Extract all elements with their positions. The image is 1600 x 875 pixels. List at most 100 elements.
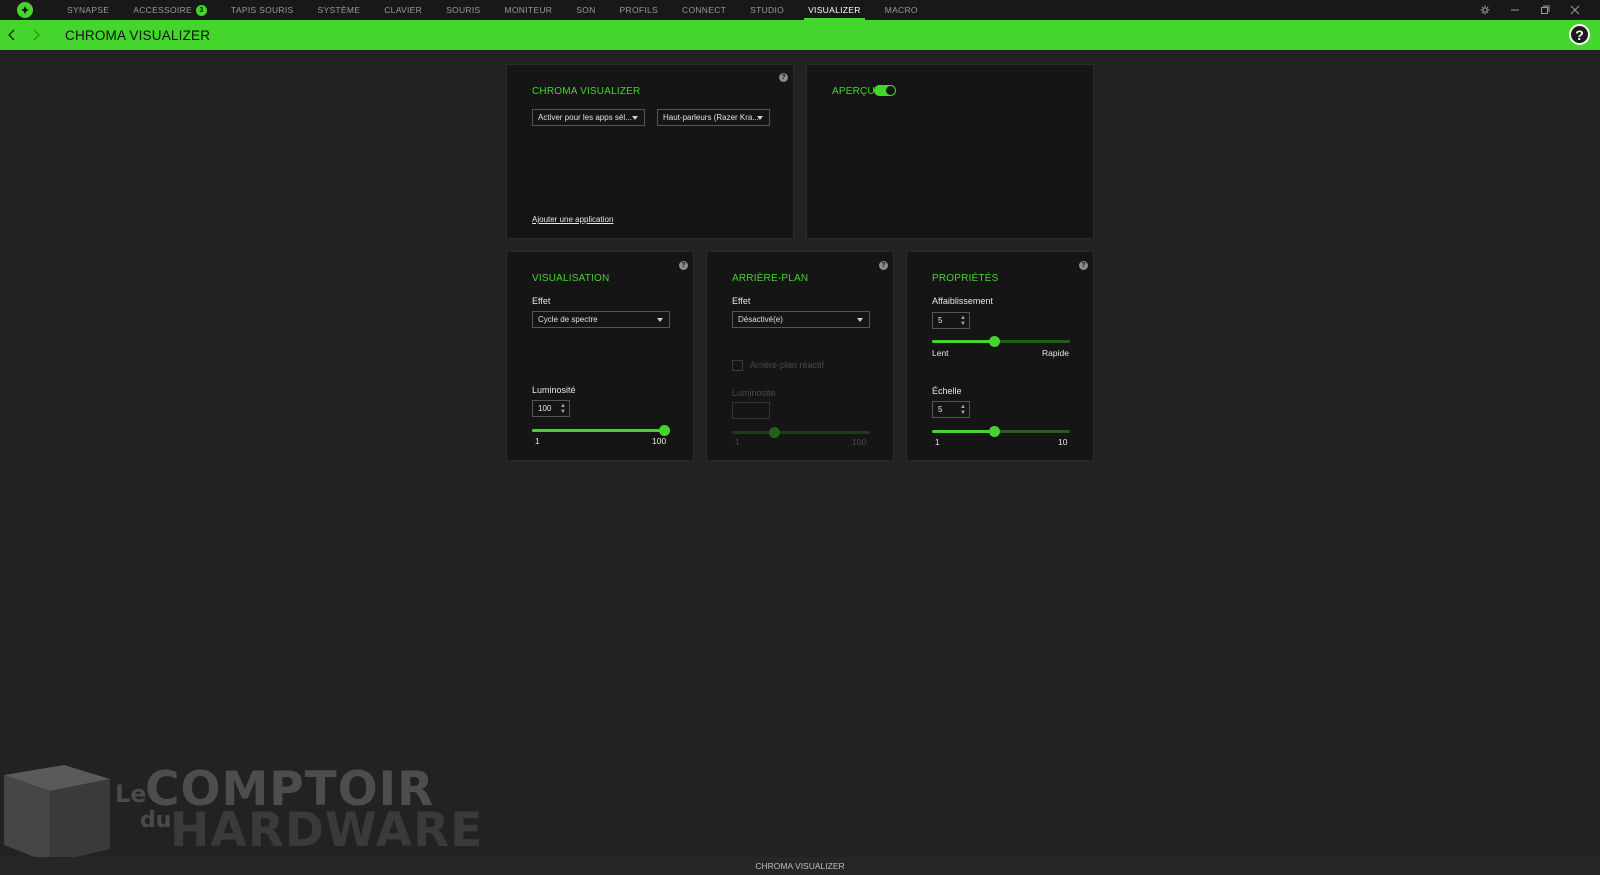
minimize-icon[interactable] xyxy=(1500,0,1530,20)
razer-logo-icon[interactable] xyxy=(17,2,33,18)
tab-label: SOURIS xyxy=(446,5,481,15)
app-mode-select[interactable]: Activer pour les apps sél... xyxy=(532,109,645,126)
tab-visualizer[interactable]: VISUALIZER xyxy=(796,0,873,20)
info-icon[interactable]: ? xyxy=(779,73,788,82)
restore-icon[interactable] xyxy=(1530,0,1560,20)
status-text: CHROMA VISUALIZER xyxy=(755,861,845,871)
properties-panel: PROPRIÉTÉS ? Affaiblissement 5 ▲ ▼ Lent R… xyxy=(906,251,1094,461)
info-icon[interactable]: ? xyxy=(1079,261,1088,270)
visualisation-panel: VISUALISATION ? Effet Cycle de spectre L… xyxy=(506,251,694,461)
tab-accessoire[interactable]: ACCESSOIRE 3 xyxy=(121,0,219,20)
device-count-badge: 3 xyxy=(196,4,208,16)
slider-thumb[interactable] xyxy=(769,427,780,438)
info-icon[interactable]: ? xyxy=(879,261,888,270)
settings-gear-icon[interactable] xyxy=(1470,0,1500,20)
tab-macro[interactable]: MACRO xyxy=(873,0,930,20)
slider-fill xyxy=(932,430,995,433)
forward-arrow-icon[interactable] xyxy=(24,20,48,50)
scale-min-label: 1 xyxy=(935,437,940,447)
help-icon[interactable]: ? xyxy=(1569,24,1590,45)
tab-label: TAPIS SOURIS xyxy=(231,5,294,15)
tab-label: VISUALIZER xyxy=(808,5,861,15)
preview-toggle[interactable] xyxy=(874,85,896,96)
tab-souris[interactable]: SOURIS xyxy=(434,0,492,20)
stepper-arrows-icon[interactable]: ▲ ▼ xyxy=(560,403,566,415)
main-tabs: SYNAPSE ACCESSOIRE 3 TAPIS SOURIS SYSTÈME… xyxy=(55,0,930,20)
close-icon[interactable] xyxy=(1560,0,1590,20)
tab-moniteur[interactable]: MONITEUR xyxy=(492,0,564,20)
slider-max-label: 100 xyxy=(652,436,667,446)
slider-min-label: 1 xyxy=(535,436,540,446)
tab-label: CONNECT xyxy=(682,5,727,15)
effect-label: Effet xyxy=(532,296,551,306)
watermark-du: du xyxy=(140,808,172,833)
stepper-value: 5 xyxy=(938,316,943,325)
select-value: Activer pour les apps sél... xyxy=(538,113,632,122)
panel-title: ARRIÈRE-PLAN xyxy=(732,273,809,284)
tab-profils[interactable]: PROFILS xyxy=(608,0,670,20)
effect-label: Effet xyxy=(732,296,751,306)
brightness-slider[interactable] xyxy=(532,425,670,436)
background-effect-select[interactable]: Désactivé(e) xyxy=(732,311,870,328)
slider-thumb[interactable] xyxy=(989,426,1000,437)
background-panel: ARRIÈRE-PLAN ? Effet Désactivé(e) Arrièr… xyxy=(706,251,894,461)
toggle-knob xyxy=(886,86,895,95)
background-brightness-slider[interactable] xyxy=(732,427,870,438)
decay-min-label: Lent xyxy=(932,348,949,358)
top-nav-bar: SYNAPSE ACCESSOIRE 3 TAPIS SOURIS SYSTÈME… xyxy=(0,0,1600,20)
effect-select[interactable]: Cycle de spectre xyxy=(532,311,670,328)
panel-title: APERÇU xyxy=(832,86,875,97)
tab-clavier[interactable]: CLAVIER xyxy=(372,0,434,20)
brightness-label: Luminosité xyxy=(732,388,776,398)
scale-label: Échelle xyxy=(932,386,962,396)
audio-device-select[interactable]: Haut-parleurs (Razer Kra... xyxy=(657,109,770,126)
window-controls xyxy=(1470,0,1590,20)
background-brightness-stepper[interactable] xyxy=(732,402,770,419)
tab-label: PROFILS xyxy=(619,5,659,15)
slider-thumb[interactable] xyxy=(989,336,1000,347)
tab-label: MONITEUR xyxy=(504,5,553,15)
panel-title: PROPRIÉTÉS xyxy=(932,273,999,284)
tab-tapis-souris[interactable]: TAPIS SOURIS xyxy=(219,0,305,20)
tab-studio[interactable]: STUDIO xyxy=(738,0,796,20)
stepper-arrows-icon[interactable]: ▲ ▼ xyxy=(960,315,966,327)
chevron-down-icon xyxy=(632,116,638,120)
info-icon[interactable]: ? xyxy=(679,261,688,270)
cube-logo-icon xyxy=(4,765,110,863)
tab-connect[interactable]: CONNECT xyxy=(670,0,738,20)
chevron-down-icon xyxy=(657,318,663,322)
page-header: CHROMA VISUALIZER ? xyxy=(0,20,1600,50)
tab-label: STUDIO xyxy=(750,5,785,15)
scale-max-label: 10 xyxy=(1058,437,1068,447)
back-arrow-icon[interactable] xyxy=(0,20,24,50)
watermark-hardware: HARDWARE xyxy=(170,803,484,858)
stepper-value: 5 xyxy=(938,405,943,414)
watermark-logo: Le COMPTOIR du HARDWARE xyxy=(0,762,484,865)
add-application-link[interactable]: Ajouter une application xyxy=(532,215,613,224)
panel-title: CHROMA VISUALIZER xyxy=(532,86,641,97)
select-value: Haut-parleurs (Razer Kra... xyxy=(663,113,760,122)
tab-label: SYNAPSE xyxy=(67,5,110,15)
panel-title: VISUALISATION xyxy=(532,273,610,284)
scale-slider[interactable] xyxy=(932,426,1070,437)
chroma-visualizer-panel: CHROMA VISUALIZER ? Activer pour les app… xyxy=(506,64,794,239)
decay-max-label: Rapide xyxy=(1042,348,1069,358)
slider-thumb[interactable] xyxy=(659,425,670,436)
stepper-arrows-icon[interactable]: ▲ ▼ xyxy=(960,404,966,416)
brightness-label: Luminosité xyxy=(532,385,576,395)
tab-son[interactable]: SON xyxy=(564,0,607,20)
tab-systeme[interactable]: SYSTÈME xyxy=(306,0,373,20)
reactive-background-label: Arrière-plan réactif xyxy=(750,360,825,370)
tab-synapse[interactable]: SYNAPSE xyxy=(55,0,121,20)
tab-label: MACRO xyxy=(884,5,918,15)
decay-stepper[interactable]: 5 ▲ ▼ xyxy=(932,312,970,329)
select-value: Désactivé(e) xyxy=(738,315,783,324)
decay-slider[interactable] xyxy=(932,336,1070,347)
reactive-background-checkbox[interactable] xyxy=(732,360,743,371)
brightness-stepper[interactable]: 100 ▲ ▼ xyxy=(532,400,570,417)
scale-stepper[interactable]: 5 ▲ ▼ xyxy=(932,401,970,418)
slider-min-label: 1 xyxy=(735,437,740,447)
tab-label: SYSTÈME xyxy=(317,5,361,15)
preview-panel: APERÇU xyxy=(806,64,1094,239)
decay-label: Affaiblissement xyxy=(932,296,993,306)
